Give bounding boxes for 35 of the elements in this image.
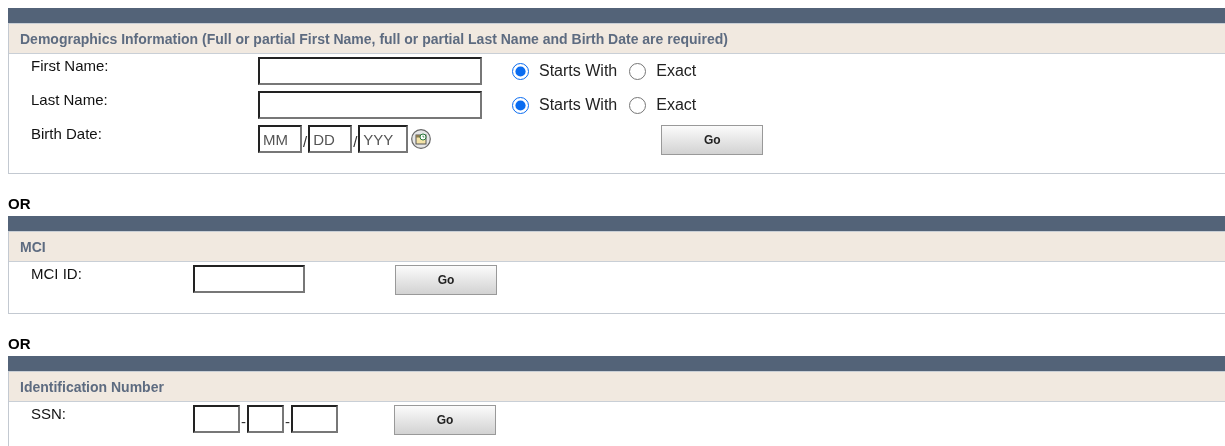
radio-label: Starts With (539, 62, 618, 80)
separator: - (241, 412, 246, 432)
field-label: SSN: (30, 405, 67, 422)
ssn-field[interactable] (247, 405, 284, 433)
radio-label: Starts With (539, 96, 618, 114)
separator: / (303, 132, 308, 152)
field-label: First Name: (30, 57, 110, 74)
go-button[interactable]: Go (661, 125, 764, 155)
radio-button[interactable] (512, 96, 529, 114)
radio-button[interactable] (629, 62, 647, 80)
field-label: Birth Date: (30, 125, 103, 142)
text-field[interactable] (193, 265, 305, 293)
radio-button[interactable] (512, 62, 529, 80)
separator: - (285, 412, 290, 432)
field-label: Last Name: (30, 91, 109, 108)
date-field[interactable]: YYY (358, 125, 409, 153)
go-button[interactable]: Go (394, 405, 496, 435)
radio-label: Exact (656, 62, 697, 80)
field-label: MCI ID: (30, 265, 83, 282)
separator: / (353, 132, 358, 152)
or-label: OR (8, 336, 31, 352)
radio-button[interactable] (629, 96, 647, 114)
calendar-icon[interactable] (411, 129, 432, 149)
section-title: Identification Number (20, 378, 164, 395)
text-field[interactable] (258, 57, 482, 85)
or-label: OR (8, 196, 31, 212)
radio-label: Exact (656, 96, 697, 114)
go-button[interactable]: Go (395, 265, 497, 295)
ssn-field[interactable] (193, 405, 240, 433)
section-title: Demographics Information (Full or partial First Name, full or partial Last Name and Birth Date are required) (20, 30, 728, 47)
text-field[interactable] (258, 91, 482, 119)
ssn-field[interactable] (291, 405, 338, 433)
section-title: MCI (20, 238, 46, 255)
date-field[interactable]: DD (308, 125, 353, 153)
date-field[interactable]: MM (258, 125, 302, 153)
